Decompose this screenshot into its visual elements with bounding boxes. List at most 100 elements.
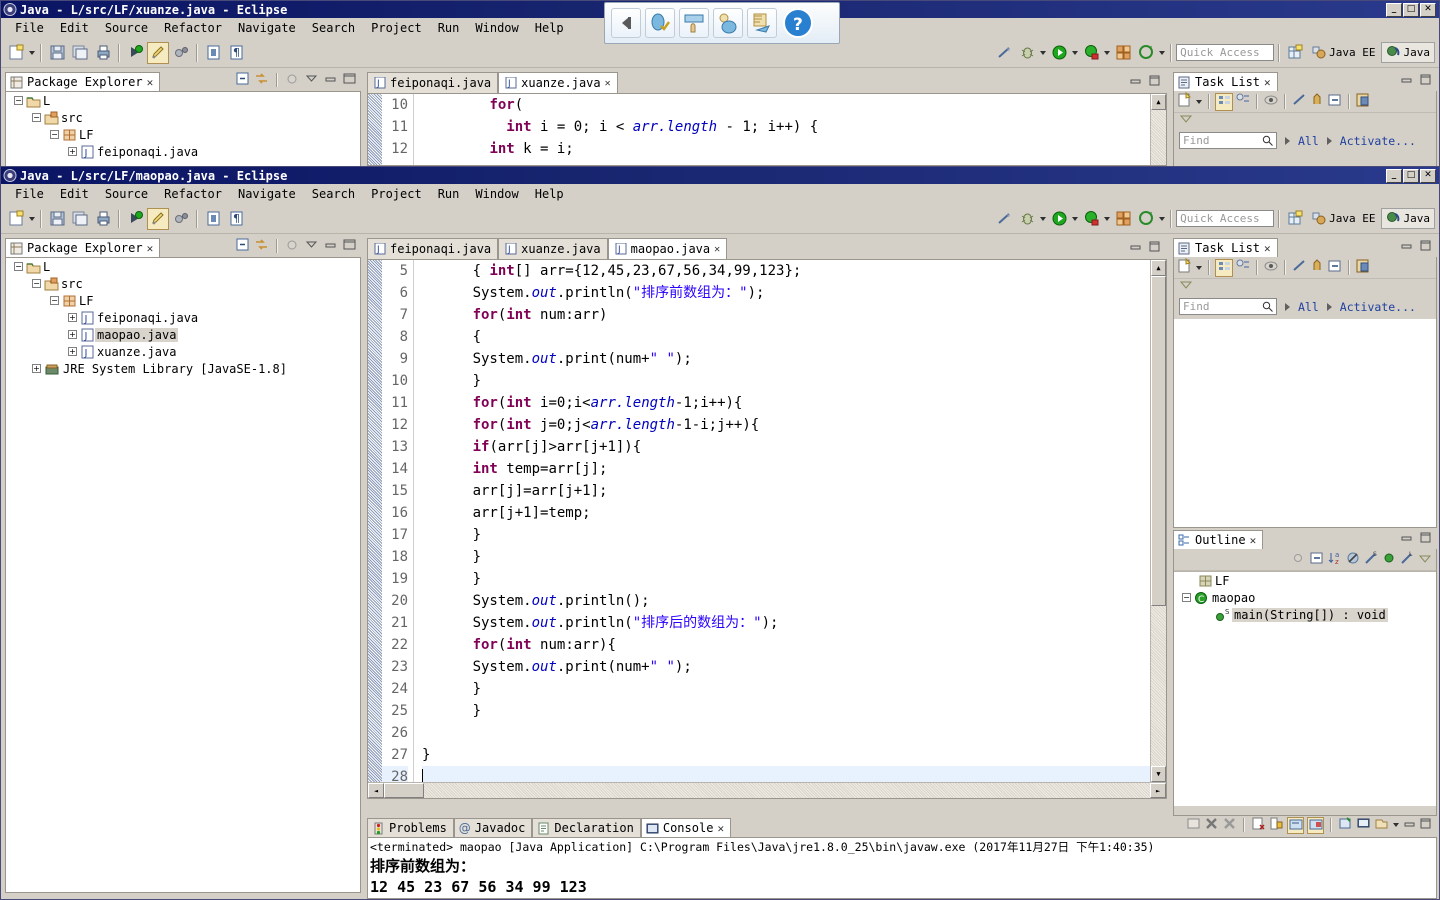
maximize-view-icon-tasklist-back[interactable]	[1419, 73, 1432, 89]
show-whitespace-icon[interactable]: ¶	[225, 208, 247, 230]
tab-problems[interactable]: Problems	[367, 818, 454, 837]
send-capture-icon[interactable]	[747, 8, 777, 38]
pin-console-icon[interactable]	[1338, 816, 1353, 834]
link-editor-icon[interactable]	[170, 208, 192, 230]
expander-icon[interactable]: +	[68, 347, 77, 356]
new-task-icon-back[interactable]	[1177, 91, 1193, 111]
debug-icon[interactable]	[1016, 208, 1038, 230]
run-icon[interactable]	[1048, 42, 1070, 64]
code-line[interactable]: for(int num:arr)	[422, 304, 1150, 326]
tree-row[interactable]: + J maopao.java	[6, 326, 360, 343]
perspective-java-back[interactable]: Java	[1380, 42, 1435, 63]
code-line[interactable]: int k = i;	[422, 138, 1150, 160]
capture-check-icon[interactable]	[645, 8, 675, 38]
quick-access-input-front[interactable]: Quick Access	[1176, 210, 1275, 227]
editor-tab-feiponaqi-front[interactable]: J feiponaqi.java	[367, 238, 499, 259]
code-line[interactable]: for(int j=0;j<arr.length-1-i;j++){	[422, 414, 1150, 436]
menu-window-back[interactable]: Window	[467, 19, 526, 37]
scheduled-view-icon-back[interactable]	[1235, 92, 1251, 111]
hscroll-thumb[interactable]	[384, 783, 424, 798]
maximize-editor-icon-back[interactable]	[1148, 74, 1161, 90]
code-line[interactable]: }	[422, 568, 1150, 590]
task-find-input-front[interactable]: Find	[1179, 298, 1277, 315]
package-explorer-tabbar-back[interactable]: Package Explorer ✕	[5, 71, 361, 91]
new-task-icon-front[interactable]	[1177, 257, 1193, 277]
menu-source-back[interactable]: Source	[97, 19, 156, 37]
task-list-view-menu-icon-front[interactable]	[1178, 280, 1194, 294]
view-menu-icon-back[interactable]	[304, 71, 319, 89]
new-dropdown-icon[interactable]	[28, 43, 36, 63]
open-perspective-icon-front[interactable]	[1284, 208, 1306, 230]
maximize-view-icon-back[interactable]	[342, 71, 357, 89]
new-java-project-icon[interactable]	[1112, 208, 1134, 230]
task-repository-icon-back[interactable]	[1355, 92, 1371, 111]
print-icon[interactable]	[92, 42, 114, 64]
package-explorer-view-front[interactable]: Package Explorer ✕ − L − src − LF + J fe…	[5, 237, 361, 893]
new-package-icon[interactable]	[1135, 42, 1157, 64]
editor-area-front[interactable]: J feiponaqi.java J xuanze.java J maopao.…	[367, 237, 1167, 815]
new-package-icon[interactable]	[1135, 208, 1157, 230]
code-editor-back[interactable]: 10 11 12 for( int i = 0; i < arr.length - …	[367, 93, 1167, 166]
menu-help-back[interactable]: Help	[527, 19, 572, 37]
new-task-dropdown-icon-back[interactable]	[1195, 92, 1203, 112]
outline-tabbar[interactable]: Outline ✕	[1173, 529, 1437, 549]
minimize-editor-icon-back[interactable]	[1129, 74, 1142, 90]
highlight-marker-icon[interactable]	[147, 207, 169, 230]
new-task-dropdown-icon-front[interactable]	[1195, 258, 1203, 278]
show-console-icon[interactable]	[1287, 816, 1304, 834]
hand-capture-icon[interactable]	[679, 8, 709, 38]
code-content-back[interactable]: for( int i = 0; i < arr.length - 1; i++)…	[414, 94, 1150, 165]
perspective-java-ee-front[interactable]: Java EE	[1307, 208, 1379, 229]
maximize-button-back[interactable]: □	[1403, 2, 1419, 17]
activate-arrow-icon-back[interactable]	[1326, 136, 1332, 145]
run-icon[interactable]	[1048, 208, 1070, 230]
code-line[interactable]: }	[422, 678, 1150, 700]
close-icon[interactable]: ✕	[714, 244, 720, 255]
code-line[interactable]: }	[422, 370, 1150, 392]
titlebar-front[interactable]: Java - L/src/LF/maopao.java - Eclipse _ …	[1, 167, 1439, 184]
menu-project-back[interactable]: Project	[363, 19, 430, 37]
menu-run-back[interactable]: Run	[430, 19, 468, 37]
console-dropdown-icon[interactable]	[1392, 815, 1400, 835]
save-icon[interactable]	[46, 42, 68, 64]
editor-tab-feiponaqi-back[interactable]: J feiponaqi.java	[367, 72, 499, 93]
package-explorer-tab-front[interactable]: Package Explorer ✕	[5, 238, 161, 257]
code-line[interactable]: System.out.println("排序前数组为：");	[422, 282, 1150, 304]
focus-on-workweek-icon-back[interactable]	[1263, 92, 1279, 111]
minimize-view-icon-back[interactable]	[323, 71, 338, 89]
external-tools-dropdown-icon[interactable]	[1103, 209, 1111, 229]
menu-window-front[interactable]: Window	[467, 185, 526, 203]
toolbar-front[interactable]: ¶ Quick Access Java EE Java	[1, 204, 1439, 234]
tree-row[interactable]: − src	[6, 109, 360, 126]
marker-bar-front[interactable]	[368, 260, 382, 783]
task-list-tab-front[interactable]: Task List ✕	[1173, 238, 1278, 257]
all-filter-link-front[interactable]: All	[1298, 300, 1319, 314]
task-repository-icon-front[interactable]	[1355, 258, 1371, 277]
close-icon[interactable]: ✕	[147, 76, 154, 89]
maximize-view-icon-outline[interactable]	[1419, 531, 1432, 547]
scroll-down-button[interactable]: ▼	[1151, 766, 1166, 783]
task-list-tab-back[interactable]: Task List ✕	[1173, 72, 1278, 91]
filter-completed-icon-back[interactable]	[1291, 92, 1307, 111]
tab-console[interactable]: Console ✕	[640, 818, 732, 837]
hscroll-track[interactable]	[424, 783, 1150, 798]
all-filter-link-back[interactable]: All	[1298, 134, 1319, 148]
menu-edit-back[interactable]: Edit	[52, 19, 97, 37]
run-external-tools-icon[interactable]	[1080, 208, 1102, 230]
debug-icon[interactable]	[1016, 42, 1038, 64]
close-icon[interactable]: ✕	[1250, 534, 1257, 547]
hide-fields-icon[interactable]	[1345, 550, 1361, 569]
link-editor-icon[interactable]	[170, 42, 192, 64]
code-line[interactable]: System.out.println("排序后的数组为：");	[422, 612, 1150, 634]
minimize-button-back[interactable]: _	[1386, 2, 1402, 17]
categorized-view-icon-back[interactable]	[1215, 92, 1233, 111]
tree-row[interactable]: + JRE System Library [JavaSE-1.8]	[6, 360, 360, 377]
close-icon[interactable]: ✕	[605, 78, 611, 89]
code-line[interactable]: }	[422, 744, 1150, 766]
new-java-project-icon[interactable]	[1112, 42, 1134, 64]
editor-vscrollbar-back[interactable]: ▲	[1150, 94, 1166, 165]
menu-file-front[interactable]: File	[7, 185, 52, 203]
region-capture-icon[interactable]	[713, 8, 743, 38]
tree-row[interactable]: + J xuanze.java	[6, 343, 360, 360]
collapse-all-icon-back[interactable]	[235, 71, 250, 89]
